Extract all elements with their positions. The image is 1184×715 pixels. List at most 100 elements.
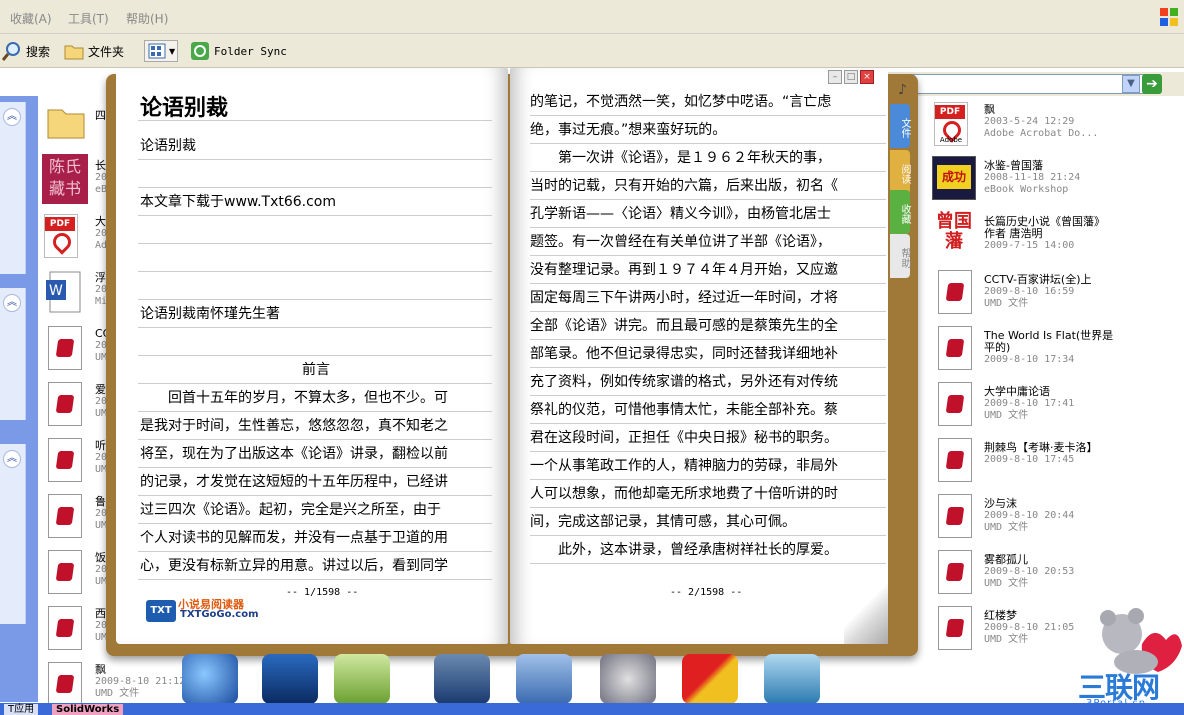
umd-file-icon [938, 438, 972, 482]
file-item[interactable]: 飘 2009-8-10 21:12 UMD 文件 [95, 664, 185, 700]
text-line: 固定每周三下午讲两小时，经过近一年时间，才将 [530, 284, 886, 312]
file-item[interactable]: 四 [95, 110, 106, 122]
file-item[interactable]: 红楼梦 2009-8-10 21:05 UMD 文件 [984, 610, 1114, 646]
svg-text:W: W [49, 283, 63, 299]
search-icon [2, 42, 20, 61]
umd-file-icon [938, 494, 972, 538]
umd-file-icon [938, 550, 972, 594]
task-panel-1: ︽ [0, 102, 26, 274]
collapse-chevron-icon[interactable]: ︽ [3, 450, 21, 468]
collapse-chevron-icon[interactable]: ︽ [3, 294, 21, 312]
taskbar: T应用 SolidWorks [0, 703, 1184, 715]
menu-tools[interactable]: 工具(T) [68, 10, 109, 27]
file-item[interactable]: The World Is Flat(世界是平的) 2009-8-10 17:34 [984, 330, 1114, 366]
teddy-bear-icon [1100, 608, 1182, 674]
text-line [138, 244, 492, 272]
text-line [138, 216, 492, 244]
maximize-button[interactable]: □ [844, 70, 858, 84]
folder-icon [64, 45, 84, 60]
music-icon[interactable] [516, 654, 572, 704]
media-player-icon[interactable] [600, 654, 656, 704]
text-line: 充了资料，例如传统家谱的格式，另外还有对传统 [530, 368, 886, 396]
text-line: 没有整理记录。再到１９７４年４月开始，又应邀 [530, 256, 886, 284]
text-line: 个人对读书的见解而发，并没有一点基于卫道的用 [138, 524, 492, 552]
office-icon[interactable] [682, 654, 738, 704]
chevron-down-icon: ▼ [169, 46, 176, 56]
reader-logo: TXT 小说易阅读器 TXTGoGo.com [146, 596, 266, 624]
text-line: 论语别裁 [138, 132, 492, 160]
left-task-pane: ︽ ︽ ︽ [0, 96, 38, 702]
page-curl-next[interactable] [844, 584, 888, 644]
windows-logo-icon [1160, 8, 1178, 26]
leaf-icon[interactable] [334, 654, 390, 704]
text-line: 题签。有一次曾经在有关单位讲了半部《论语》， [530, 228, 886, 256]
umd-file-icon [48, 438, 82, 482]
music-note-icon[interactable]: ♪ [898, 82, 907, 98]
printer-icon[interactable] [764, 654, 820, 704]
go-button[interactable]: ➔ [1142, 74, 1162, 94]
text-line [138, 272, 492, 300]
tab-favorites[interactable]: 收藏 [890, 190, 910, 234]
text-line: 是我对于时间，生性善忘，悠悠忽忽，真不知老之 [138, 412, 492, 440]
views-icon [148, 43, 166, 59]
folders-label: 文件夹 [88, 44, 125, 59]
folder-sync-label: Folder Sync [214, 44, 287, 58]
search-button[interactable]: 搜索 [2, 40, 50, 62]
task-panel-3: ︽ [0, 444, 26, 624]
file-item[interactable]: 沙与沫 2009-8-10 20:44 UMD 文件 [984, 498, 1114, 534]
reader-window-controls: – □ × [826, 70, 874, 86]
monitor-icon[interactable] [262, 654, 318, 704]
tab-file[interactable]: 文件 [890, 104, 910, 148]
text-line [138, 160, 492, 188]
umd-file-icon [938, 326, 972, 370]
umd-file-icon [938, 382, 972, 426]
umd-file-icon [48, 662, 82, 706]
close-button[interactable]: × [860, 70, 874, 84]
book-title: 论语别裁 [140, 95, 229, 121]
taskbar-item-apps[interactable]: T应用 [4, 704, 39, 715]
address-input[interactable] [884, 74, 1146, 94]
text-line: 孔学新语——〈论语〉精义今训》，由杨管北居士 [530, 200, 886, 228]
umd-file-icon [938, 606, 972, 650]
book-cover-icon: 陈氏藏书 [42, 154, 88, 204]
title-rule [138, 120, 492, 121]
text-line: 间，完成这部记录，其情可感，其心可佩。 [530, 508, 886, 536]
book-reader-window: 论语别裁 论语别裁 本文章下载于www.Txt66.com 论语别裁南怀瑾先生著… [106, 68, 918, 656]
file-item[interactable]: 长篇历史小说《曾国藩》作者 唐浩明 2009-7-15 14:00 [984, 216, 1114, 252]
minimize-button[interactable]: – [828, 70, 842, 84]
file-item[interactable]: 雾都孤儿 2009-8-10 20:53 UMD 文件 [984, 554, 1114, 590]
tab-read[interactable]: 阅读 [890, 150, 910, 194]
address-bar: ▼ ➔ [880, 72, 1184, 96]
pdf-icon: PDF [44, 214, 78, 258]
text-line: 此外，这本讲录，曾经承唐树祥社长的厚爱。 [530, 536, 886, 564]
umd-file-icon [48, 606, 82, 650]
camera-icon[interactable] [434, 654, 490, 704]
text-line: 一个从事笔政工作的人，精神脑力的劳碌，非局外 [530, 452, 886, 480]
task-panel-2: ︽ [0, 288, 26, 420]
menu-help[interactable]: 帮助(H) [126, 10, 168, 27]
file-item[interactable]: 冰鉴-曾国藩 2008-11-18 21:24 eBook Workshop [984, 160, 1114, 196]
page-number-left: -- 1/1598 -- [286, 587, 359, 598]
umd-file-icon [48, 326, 82, 370]
tab-help[interactable]: 帮助 [890, 234, 910, 278]
folders-button[interactable]: 文件夹 [64, 40, 124, 62]
folder-sync-button[interactable]: Folder Sync [190, 40, 287, 62]
file-item[interactable]: 荆棘鸟【考琳·麦卡洛】 2009-8-10 17:45 [984, 442, 1114, 466]
menu-favorites[interactable]: 收藏(A) [10, 10, 52, 27]
globe-icon[interactable] [182, 654, 238, 704]
text-line: 本文章下载于www.Txt66.com [138, 188, 492, 216]
text-line: 全部《论语》讲完。而且最可感的是蔡策先生的全 [530, 312, 886, 340]
file-item[interactable]: CCTV-百家讲坛(全)上 2009-8-10 16:59 UMD 文件 [984, 274, 1114, 310]
toolbar: 搜索 文件夹 ▼ Folder Sync [0, 34, 1184, 68]
collapse-chevron-icon[interactable]: ︽ [3, 108, 21, 126]
file-item[interactable]: 飘 2003-5-24 12:29 Adobe Acrobat Do... [984, 104, 1114, 140]
ebook-cover-icon: 成功 [932, 156, 976, 200]
taskbar-item-solidworks[interactable]: SolidWorks [52, 704, 124, 715]
views-button[interactable]: ▼ [144, 40, 179, 62]
pdf-icon: PDF Adobe [934, 102, 968, 146]
umd-file-icon [48, 382, 82, 426]
file-item[interactable]: 大学中庸论语 2009-8-10 17:41 UMD 文件 [984, 386, 1114, 422]
address-dropdown-button[interactable]: ▼ [1122, 75, 1140, 93]
text-line [138, 328, 492, 356]
text-line: 回首十五年的岁月，不算太多，但也不少。可 [138, 384, 492, 412]
